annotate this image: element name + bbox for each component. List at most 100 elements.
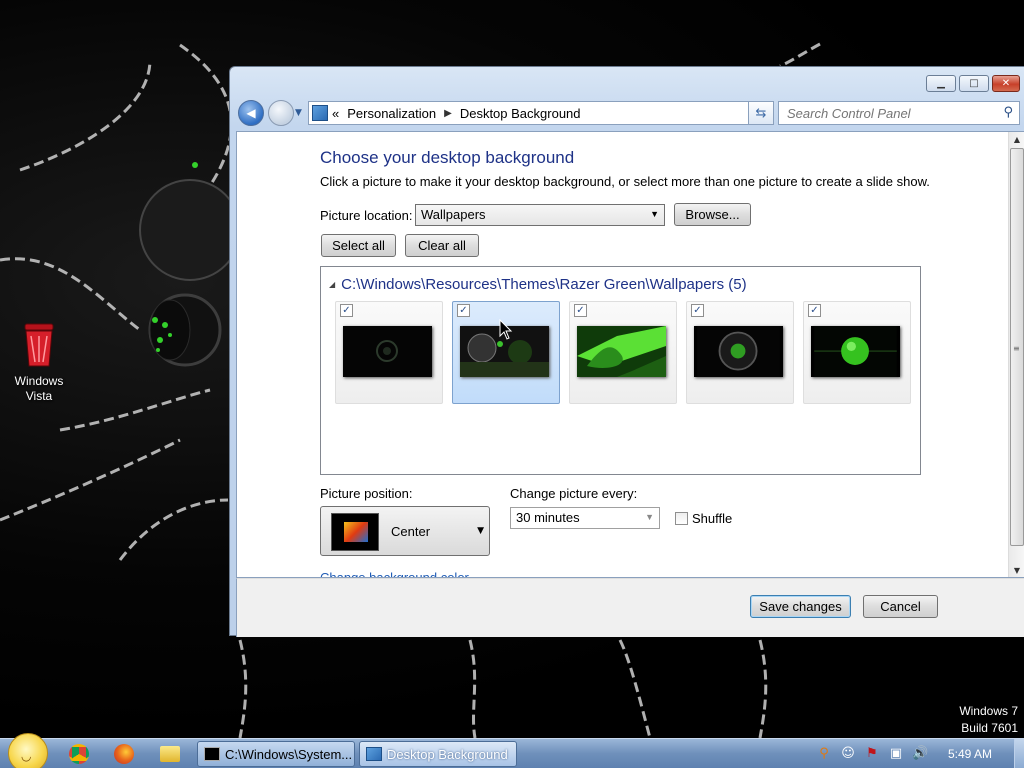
wallpaper-tile-3[interactable]: ✓: [569, 301, 677, 404]
back-arrow-icon: ◀: [246, 106, 256, 120]
breadcrumb-desktop-background[interactable]: Desktop Background: [460, 106, 581, 121]
caption-buttons: ▁ □ ✕: [926, 75, 1020, 92]
recycle-bin-icon: [21, 322, 57, 368]
shuffle-label: Shuffle: [692, 511, 733, 526]
start-button[interactable]: ◡: [8, 733, 48, 768]
save-changes-button[interactable]: Save changes: [750, 595, 851, 618]
wallpaper-checkbox-5[interactable]: ✓: [808, 304, 821, 317]
picture-position-value: Center: [391, 524, 431, 539]
search-icon[interactable]: ⚲: [1003, 105, 1013, 120]
chrome-icon[interactable]: [69, 744, 89, 764]
collapse-triangle-icon[interactable]: ◢: [329, 280, 335, 289]
gallery-group-header[interactable]: ◢ C:\Windows\Resources\Themes\Razer Green…: [329, 276, 747, 293]
change-every-combo[interactable]: 30 minutes ▼: [510, 507, 660, 529]
change-background-color-link[interactable]: Change background color: [320, 570, 469, 577]
wallpaper-thumbnail-1: [343, 326, 432, 377]
content-pane: Choose your desktop background Click a p…: [236, 131, 1024, 578]
back-button[interactable]: ◀: [238, 100, 264, 126]
network-icon[interactable]: ▣: [888, 746, 904, 762]
control-panel-icon: [312, 105, 328, 121]
change-every-label: Change picture every:: [510, 486, 638, 501]
chevron-down-icon: ▼: [645, 512, 654, 522]
breadcrumb-prefix[interactable]: «: [332, 106, 339, 121]
wallpaper-thumbnail-4: [694, 326, 783, 377]
chevron-down-icon: ▼: [477, 526, 484, 536]
select-all-button[interactable]: Select all: [321, 234, 396, 257]
clear-all-button[interactable]: Clear all: [405, 234, 479, 257]
minimize-icon: ▁: [937, 78, 945, 89]
smiley-icon: ◡: [21, 749, 32, 763]
desktop-icon-recycle-bin[interactable]: Windows Vista: [6, 322, 72, 404]
position-preview-icon: [331, 513, 379, 551]
firefox-icon[interactable]: [114, 744, 134, 764]
refresh-button[interactable]: ⇆: [748, 101, 774, 125]
scroll-grip-icon: ≡: [1013, 344, 1020, 353]
minimize-button[interactable]: ▁: [926, 75, 956, 92]
picture-location-label: Picture location:: [320, 208, 413, 223]
system-tray: ⚲ ☺ ⚑ ▣ 🔊 5:49 AM: [812, 739, 1024, 768]
page-title: Choose your desktop background: [320, 148, 575, 167]
close-icon: ✕: [1001, 78, 1011, 89]
search-input[interactable]: [779, 102, 989, 124]
wallpaper-checkbox-2[interactable]: ✓: [457, 304, 470, 317]
search-box[interactable]: ⚲: [778, 101, 1020, 125]
windows-build-watermark: Windows 7 Build 7601: [959, 703, 1018, 737]
watermark-line2: Build 7601: [961, 721, 1018, 735]
taskbar: ◡ C:\Windows\System... Desktop Backgroun…: [0, 733, 1024, 768]
vertical-scrollbar[interactable]: ▲ ≡ ▼: [1008, 132, 1024, 577]
mouse-cursor-icon: [499, 319, 513, 340]
chevron-down-icon: ▼: [650, 209, 659, 219]
maximize-icon: □: [969, 78, 979, 89]
recent-pages-dropdown[interactable]: ▼: [295, 108, 305, 118]
desktop-icon-label-line2: Vista: [25, 389, 53, 403]
wallpaper-thumbnail-5: [811, 326, 900, 377]
wallpaper-checkbox-4[interactable]: ✓: [691, 304, 704, 317]
shuffle-checkbox[interactable]: Shuffle: [675, 511, 732, 526]
search-tray-icon[interactable]: ⚲: [816, 746, 832, 762]
action-center-flag-icon[interactable]: ⚑: [864, 746, 880, 762]
breadcrumb-separator-icon[interactable]: ▶: [444, 108, 452, 119]
change-every-value: 30 minutes: [516, 510, 580, 525]
wallpaper-checkbox-1[interactable]: ✓: [340, 304, 353, 317]
forward-button[interactable]: [268, 100, 294, 126]
page-description: Click a picture to make it your desktop …: [320, 174, 930, 189]
dialog-footer: Save changes Cancel: [236, 578, 1024, 637]
refresh-icon: ⇆: [755, 105, 767, 121]
control-panel-icon: [366, 747, 382, 761]
messenger-icon[interactable]: ☺: [840, 746, 856, 762]
desktop-background-window: ▁ □ ✕ ◀ ▼ « Personalization ▶ Desktop Ba…: [229, 66, 1024, 637]
wallpaper-tile-1[interactable]: ✓: [335, 301, 443, 404]
command-prompt-icon: [204, 747, 220, 761]
browse-button[interactable]: Browse...: [674, 203, 751, 226]
task-label: Desktop Background: [387, 746, 508, 762]
breadcrumb-personalization[interactable]: Personalization: [347, 106, 436, 121]
watermark-line1: Windows 7: [959, 704, 1018, 718]
volume-icon[interactable]: 🔊: [912, 746, 928, 762]
folder-icon[interactable]: [160, 746, 180, 762]
show-desktop-button[interactable]: [1014, 739, 1024, 768]
picture-position-dropdown[interactable]: Center ▼: [320, 506, 490, 556]
picture-position-label: Picture position:: [320, 486, 413, 501]
close-button[interactable]: ✕: [992, 75, 1020, 92]
wallpaper-gallery: ◢ C:\Windows\Resources\Themes\Razer Green…: [320, 266, 921, 475]
wallpaper-checkbox-3[interactable]: ✓: [574, 304, 587, 317]
navigation-bar: ◀ ▼ « Personalization ▶ Desktop Backgrou…: [238, 99, 1020, 127]
wallpaper-thumbnail-3: [577, 326, 666, 377]
shuffle-checkbox-box[interactable]: [675, 512, 688, 525]
cancel-button[interactable]: Cancel: [863, 595, 938, 618]
address-bar[interactable]: « Personalization ▶ Desktop Background ▼: [308, 101, 772, 125]
task-desktop-background[interactable]: Desktop Background: [359, 741, 517, 767]
wallpaper-tile-5[interactable]: ✓: [803, 301, 911, 404]
task-label: C:\Windows\System...: [225, 746, 353, 762]
picture-location-combo[interactable]: Wallpapers ▼: [415, 204, 665, 226]
picture-location-value: Wallpapers: [421, 207, 486, 222]
wallpaper-tile-2[interactable]: ✓: [452, 301, 560, 404]
scroll-down-icon[interactable]: ▼: [1009, 563, 1024, 577]
scroll-up-icon[interactable]: ▲: [1009, 132, 1024, 148]
maximize-button[interactable]: □: [959, 75, 989, 92]
wallpaper-tile-4[interactable]: ✓: [686, 301, 794, 404]
gallery-folder-path: C:\Windows\Resources\Themes\Razer Green\…: [341, 276, 747, 293]
task-command-prompt[interactable]: C:\Windows\System...: [197, 741, 355, 767]
desktop-icon-label-line1: Windows: [14, 374, 64, 388]
clock[interactable]: 5:49 AM: [948, 747, 992, 761]
